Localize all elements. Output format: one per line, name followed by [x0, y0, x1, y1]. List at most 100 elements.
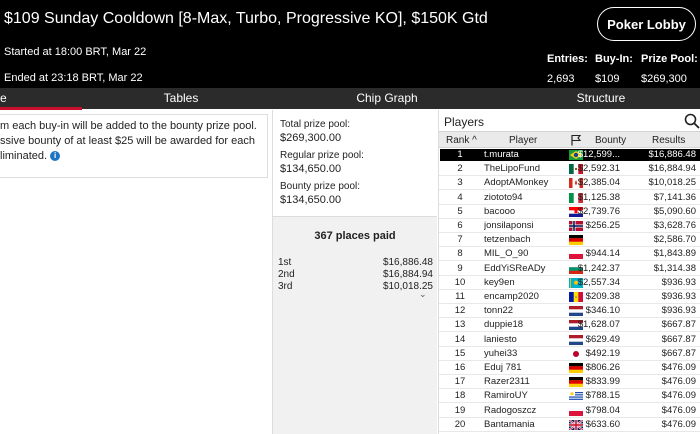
tab-tables[interactable]: Tables	[150, 88, 212, 109]
player-name: bacooo	[484, 205, 516, 217]
country-flag-icon	[569, 306, 583, 317]
player-rank: 12	[454, 305, 466, 317]
player-row[interactable]: 18 RamiroUY $788.15 $476.09	[439, 389, 700, 404]
player-row[interactable]: 10 key9en $2,557.34 $936.93	[439, 276, 700, 290]
player-row[interactable]: 12 tonn22 $346.10 $936.93	[439, 304, 700, 319]
country-flag-icon	[569, 348, 583, 359]
player-name: Radogoszcz	[484, 404, 537, 416]
country-flag-icon	[569, 249, 583, 260]
country-flag-icon	[569, 235, 583, 246]
player-row[interactable]: 19 Radogoszcz $798.04 $476.09	[439, 404, 700, 418]
info-icon[interactable]: i	[50, 151, 61, 162]
player-rank: 2	[457, 163, 463, 175]
player-name: AdoptAMonkey	[484, 177, 549, 189]
player-result: $476.09	[661, 404, 696, 416]
player-bounty: $209.38	[585, 291, 620, 302]
player-row[interactable]: 13 duppie18 $1,628.07 $667.87	[439, 318, 700, 333]
column-results[interactable]: Results	[652, 135, 685, 146]
player-result: $16,884.94	[648, 163, 696, 175]
player-name: encamp2020	[484, 291, 539, 302]
player-row[interactable]: 20 Bantamania $633.60 $476.09	[439, 418, 700, 432]
sort-asc-icon: ^	[472, 135, 477, 146]
search-icon[interactable]	[684, 113, 700, 129]
payout-row: 2nd $16,884.94	[276, 269, 436, 281]
player-rank: 11	[455, 291, 465, 302]
player-name: Eduj 781	[484, 362, 522, 373]
player-rank: 20	[454, 418, 466, 430]
player-result: $476.09	[661, 418, 696, 430]
player-result: $476.09	[661, 376, 696, 388]
payout-row: 1st $16,886.48	[276, 257, 436, 269]
player-row[interactable]: 8 MIL_O_90 $944.14 $1,843.89	[439, 247, 700, 262]
payout-position: 1st	[278, 257, 292, 268]
entries-stat: Entries: 2,693	[547, 53, 588, 85]
player-result: $667.87	[661, 319, 696, 331]
chevron-down-icon[interactable]: ⌄	[419, 289, 427, 300]
player-rank: 16	[454, 362, 466, 373]
flag-column-icon[interactable]	[570, 134, 582, 146]
tab-structure[interactable]: Structure	[568, 88, 634, 109]
player-bounty: $944.14	[585, 248, 620, 260]
player-bounty: $2,739.76	[577, 205, 620, 217]
player-result: $16,886.48	[648, 149, 696, 160]
player-name: ziototo94	[484, 191, 523, 203]
player-row[interactable]: 1 t.murata $12,599... $16,886.48	[439, 148, 700, 162]
buyin-label: Buy-In:	[595, 53, 633, 65]
player-row[interactable]: 3 AdoptAMonkey $2,385.04 $10,018.25	[439, 176, 700, 191]
player-bounty: $346.10	[585, 305, 620, 317]
player-result: $3,628.76	[653, 220, 696, 231]
player-rank: 3	[457, 177, 463, 189]
player-bounty: $2,385.04	[577, 177, 620, 189]
info-line-1: m each buy-in will be added to the bount…	[0, 120, 257, 132]
payout-row: 3rd $10,018.25	[276, 281, 436, 293]
player-rank: 8	[457, 248, 463, 260]
prize-pools-panel: Total prize pool: $269,300.00 Regular pr…	[274, 110, 437, 215]
active-tab-indicator	[0, 107, 82, 110]
player-row[interactable]: 6 jonsilaponsi $256.25 $3,628.76	[439, 219, 700, 233]
column-bounty[interactable]: Bounty	[595, 135, 626, 146]
column-rank[interactable]: Rank ^	[446, 135, 477, 146]
player-result: $7,141.36	[653, 191, 696, 203]
country-flag-icon	[569, 221, 583, 231]
player-rank: 5	[457, 205, 463, 217]
player-bounty: $1,628.07	[577, 319, 620, 331]
player-name: jonsilaponsi	[484, 220, 534, 231]
player-row[interactable]: 16 Eduj 781 $806.26 $476.09	[439, 361, 700, 375]
player-row[interactable]: 17 Razer2311 $833.99 $476.09	[439, 375, 700, 390]
player-rank: 9	[457, 262, 463, 274]
player-bounty: $2,592.31	[577, 163, 620, 175]
tab-chip-graph[interactable]: Chip Graph	[350, 88, 424, 109]
tab-info[interactable]: e	[0, 88, 7, 109]
regular-pool-value: $134,650.00	[280, 163, 342, 175]
player-row[interactable]: 14 laniesto $629.49 $667.87	[439, 333, 700, 347]
payout-position: 2nd	[278, 269, 295, 280]
buyin-stat: Buy-In: $109	[595, 53, 633, 85]
player-name: yuhei33	[484, 347, 518, 359]
player-result: $667.87	[661, 347, 696, 359]
player-bounty: $798.04	[585, 404, 620, 416]
player-row[interactable]: 4 ziototo94 $1,125.38 $7,141.36	[439, 191, 700, 205]
payout-amount: $16,886.48	[382, 257, 433, 268]
player-bounty: $629.49	[585, 333, 620, 345]
player-row[interactable]: 5 bacooo $2,739.76 $5,090.60	[439, 205, 700, 219]
player-bounty: $788.15	[585, 390, 620, 402]
payout-panel: 367 places paid 1st $16,886.48 2nd $16,8…	[273, 216, 437, 434]
players-panel: Players Rank ^ Player Bounty Results 1 t.…	[438, 110, 700, 434]
end-time: Ended at 23:18 BRT, Mar 22	[4, 72, 143, 84]
player-row[interactable]: 15 yuhei33 $492.19 $667.87	[439, 347, 700, 361]
player-rank: 10	[454, 276, 466, 288]
places-paid-title: 367 places paid	[314, 230, 396, 242]
player-result: $2,586.70	[653, 234, 696, 246]
player-result: $10,018.25	[648, 177, 696, 189]
prizepool-value: $269,300	[641, 73, 687, 85]
player-row[interactable]: 2 TheLipoFund $2,592.31 $16,884.94	[439, 162, 700, 177]
player-name: Bantamania	[484, 418, 535, 430]
country-flag-icon	[569, 363, 583, 373]
player-row[interactable]: 11 encamp2020 $209.38 $936.93	[439, 290, 700, 304]
player-row[interactable]: 7 tetzenbach $2,586.70	[439, 233, 700, 248]
player-row[interactable]: 9 EddYiSReADy $1,242.37 $1,314.38	[439, 262, 700, 276]
column-player[interactable]: Player	[509, 135, 537, 146]
player-result: $936.93	[661, 291, 696, 302]
poker-lobby-button[interactable]: Poker Lobby	[597, 7, 696, 41]
tournament-title: $109 Sunday Cooldown [8-Max, Turbo, Prog…	[4, 10, 488, 27]
